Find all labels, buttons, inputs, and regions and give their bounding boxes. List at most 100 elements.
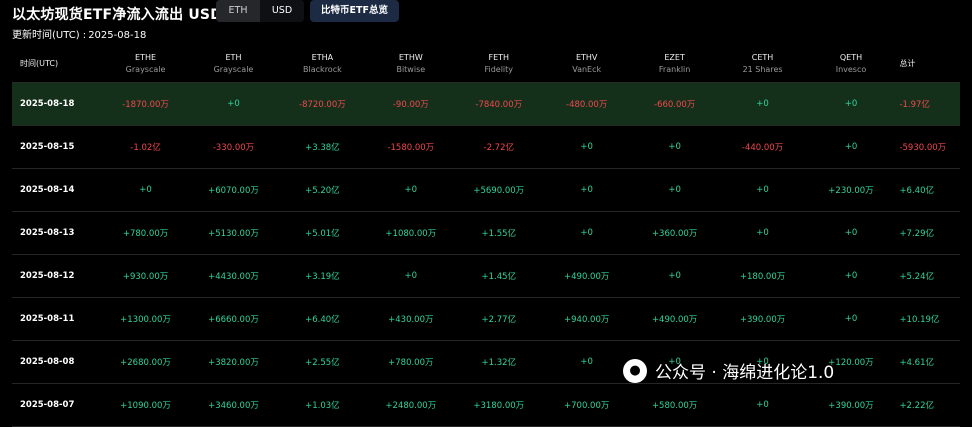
flow-cell: +930.00万 — [122, 272, 169, 282]
toggle-usd[interactable]: USD — [260, 0, 304, 22]
row-date: 2025-08-14 — [20, 185, 75, 195]
flow-cell: +780.00万 — [388, 358, 434, 368]
flow-cell: +0 — [139, 185, 152, 195]
flow-cell: -7840.00万 — [475, 100, 523, 110]
flow-cell: +5.01亿 — [305, 229, 340, 239]
table-row[interactable]: 2025-08-18 -1870.00万 +0 -8720.00万 -90.00万 -78… — [12, 83, 960, 126]
flow-cell: +0 — [580, 357, 593, 367]
flow-cell: +940.00万 — [564, 315, 610, 325]
page-header: 以太坊现货ETF净流入流出 USD — [12, 4, 222, 24]
column-header-issuer: VanEck — [572, 64, 602, 74]
column-header-issuer: Grayscale — [125, 64, 166, 74]
column-header-name: 时间(UTC) — [20, 58, 59, 68]
flow-cell: +3820.00万 — [208, 358, 259, 368]
flow-cell: +6070.00万 — [208, 186, 259, 196]
total-flow-cell: -5930.00万 — [899, 143, 947, 153]
table-row[interactable]: 2025-08-14 +0 +6070.00万 +5.20亿 +0 +5690.00万 +0… — [12, 169, 960, 212]
column-header-name: CETH — [751, 52, 774, 62]
table-row[interactable]: 2025-08-15 -1.02亿 -330.00万 +3.38亿 -1580.00万 -… — [12, 126, 960, 169]
flow-cell: +6.40亿 — [305, 315, 340, 325]
flow-cell: -660.00万 — [653, 100, 696, 110]
flow-cell: -8720.00万 — [299, 100, 346, 110]
flow-cell: +0 — [404, 271, 418, 281]
flow-cell: +430.00万 — [388, 315, 434, 325]
flow-cell: +5.20亿 — [305, 186, 340, 196]
flow-cell: +5130.00万 — [208, 229, 259, 239]
column-header-name: ETHE — [135, 52, 157, 62]
column-header-ceth: CETH 21 Shares — [719, 44, 807, 82]
flow-cell: +0 — [404, 185, 418, 195]
column-header-etha: ETHA Blackrock — [278, 44, 367, 82]
wechat-icon: ● — [623, 358, 647, 383]
flow-cell: +780.00万 — [122, 229, 169, 239]
flow-cell: +0 — [668, 142, 681, 152]
flow-cell: -330.00万 — [212, 143, 255, 153]
flow-cell: +230.00万 — [828, 186, 874, 196]
flow-cell: +360.00万 — [651, 229, 698, 239]
flow-cell: -1580.00万 — [387, 143, 435, 153]
flow-cell: +0 — [844, 228, 858, 238]
row-date: 2025-08-13 — [20, 228, 75, 238]
column-header-issuer: 21 Shares — [742, 64, 783, 74]
row-date: 2025-08-11 — [20, 314, 75, 324]
flow-cell: +0 — [668, 271, 681, 281]
unit-toggle[interactable]: ETH USD — [216, 0, 304, 22]
column-header-name: EZET — [664, 52, 685, 62]
table-row[interactable]: 2025-08-12 +930.00万 +4430.00万 +3.19亿 +0 +1.45… — [12, 255, 960, 298]
flow-cell: +390.00万 — [739, 315, 786, 325]
flow-cell: +1080.00万 — [385, 229, 437, 239]
column-header-total: 总计 — [895, 44, 960, 82]
column-header-qeth: QETH Invesco — [807, 44, 896, 82]
column-header-name: FETH — [488, 52, 510, 62]
flow-cell: +2680.00万 — [120, 358, 171, 368]
flow-cell: +0 — [844, 271, 858, 281]
flow-cell: +4430.00万 — [208, 272, 259, 282]
flow-cell: +180.00万 — [739, 272, 786, 282]
column-header-issuer: Invesco — [835, 64, 867, 74]
total-flow-cell: +7.29亿 — [899, 229, 934, 239]
flow-cell: +390.00万 — [828, 401, 874, 411]
flow-cell: -440.00万 — [741, 143, 784, 153]
flow-cell: +5690.00万 — [473, 186, 525, 196]
flow-cell: -480.00万 — [566, 100, 608, 110]
flow-cell: +490.00万 — [564, 272, 610, 282]
flow-cell: +700.00万 — [564, 401, 610, 411]
flow-cell: +1090.00万 — [120, 401, 171, 411]
update-time: 更新时间(UTC) :2025-08-18 — [12, 26, 146, 41]
flow-cell: -90.00万 — [392, 100, 429, 110]
total-flow-cell: +6.40亿 — [899, 186, 934, 196]
flow-cell: +0 — [580, 185, 593, 195]
column-header-name: 总计 — [899, 58, 916, 68]
watermark-text: 公众号 · 海绵进化论1.0 — [655, 363, 835, 383]
flow-cell: +2.77亿 — [481, 315, 517, 325]
page-title: 以太坊现货ETF净流入流出 USD — [12, 7, 223, 23]
table-row[interactable]: 2025-08-11 +1300.00万 +6660.00万 +6.40亿 +430.0… — [12, 298, 960, 341]
row-date: 2025-08-07 — [20, 400, 75, 410]
flow-cell: +6660.00万 — [208, 315, 259, 325]
column-header-issuer: Grayscale — [213, 64, 254, 74]
flow-cell: -2.72亿 — [483, 143, 515, 153]
toggle-eth[interactable]: ETH — [216, 0, 260, 22]
flow-cell: +3180.00万 — [473, 401, 525, 411]
flow-cell: +3.38亿 — [305, 143, 340, 153]
flow-cell: +1.32亿 — [481, 358, 517, 368]
flow-cell: +1.03亿 — [305, 401, 340, 411]
table-row[interactable]: 2025-08-13 +780.00万 +5130.00万 +5.01亿 +1080.0… — [12, 212, 960, 255]
row-date: 2025-08-18 — [20, 99, 75, 109]
column-header-ethv: ETHV VanEck — [543, 44, 631, 82]
flow-cell: +0 — [580, 228, 593, 238]
column-header-name: ETHV — [575, 52, 598, 62]
column-header-issuer: Franklin — [658, 64, 691, 74]
flow-cell: +3460.00万 — [208, 401, 259, 411]
column-header-eth: ETH Grayscale — [189, 44, 278, 82]
flow-cell: +0 — [844, 142, 858, 152]
btc-etf-overview-button[interactable]: 比特币ETF总览 — [310, 0, 399, 22]
total-flow-cell: +4.61亿 — [899, 358, 934, 368]
flow-cell: +3.19亿 — [305, 272, 340, 282]
total-flow-cell: +2.22亿 — [899, 401, 934, 411]
column-header-time: 时间(UTC) — [12, 44, 102, 82]
table-row[interactable]: 2025-08-07 +1090.00万 +3460.00万 +1.03亿 +2480.… — [12, 384, 960, 427]
flow-cell: +490.00万 — [651, 315, 698, 325]
column-header-issuer: Fidelity — [484, 64, 514, 74]
flow-cell: +0 — [580, 142, 593, 152]
